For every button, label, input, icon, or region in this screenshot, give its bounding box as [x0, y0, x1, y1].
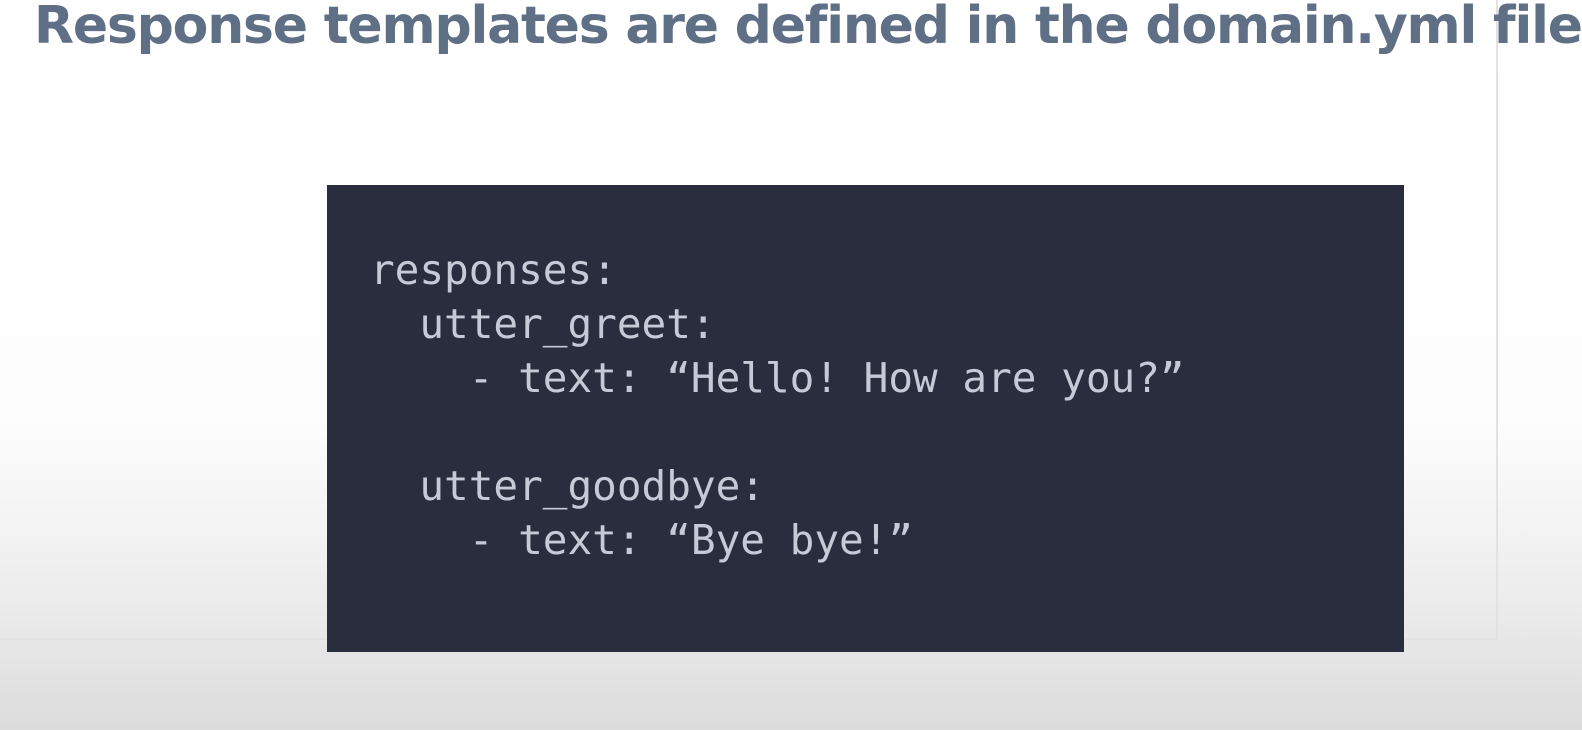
slide-title: Response templates are defined in the do… — [34, 0, 1582, 56]
code-line-responses: responses: — [370, 246, 617, 294]
slide: Response templates are defined in the do… — [0, 0, 1582, 652]
code-line-utter-goodbye: utter_goodbye: — [370, 462, 765, 510]
code-line-goodbye-text: - text: “Bye bye!” — [370, 516, 914, 564]
code-block: responses: utter_greet: - text: “Hello! … — [327, 185, 1404, 652]
code-line-utter-greet: utter_greet: — [370, 300, 716, 348]
code-content: responses: utter_greet: - text: “Hello! … — [370, 243, 1185, 567]
code-line-greet-text: - text: “Hello! How are you?” — [370, 354, 1185, 402]
